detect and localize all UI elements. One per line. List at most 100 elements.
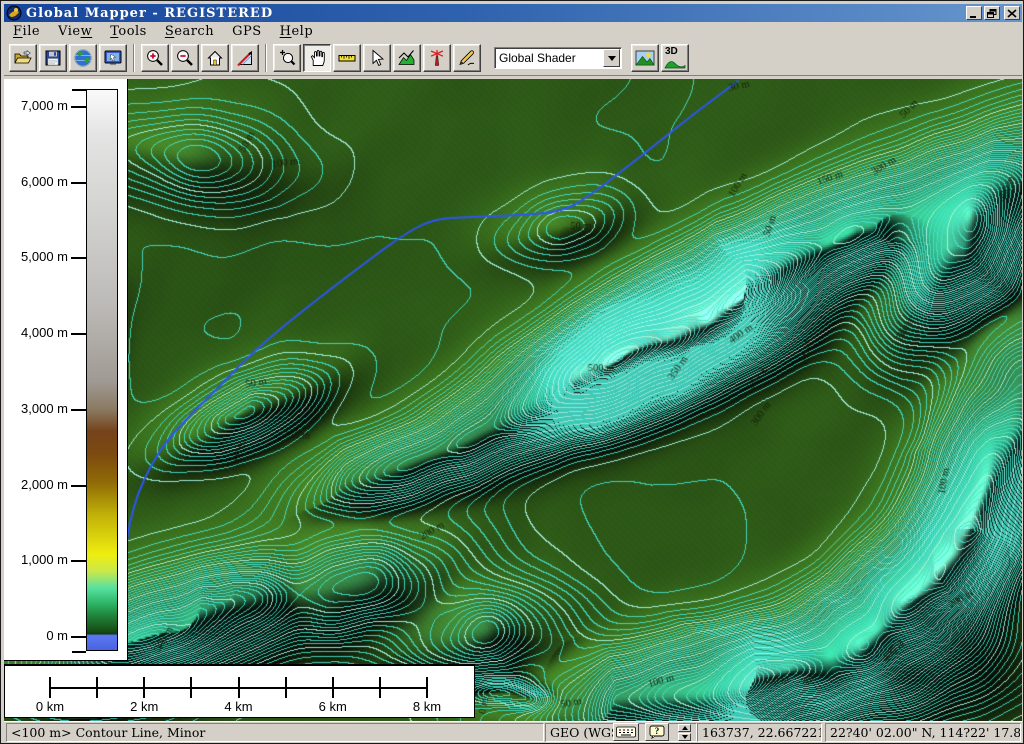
- help-icon: ?: [649, 725, 665, 739]
- view-shed-button[interactable]: [423, 44, 451, 72]
- view-3d-button[interactable]: 3D: [661, 44, 689, 72]
- restore-icon: [987, 9, 997, 18]
- legend-tick: [71, 636, 86, 638]
- scale-label: 8 km: [397, 699, 457, 714]
- toolbar-separator: [133, 44, 135, 72]
- close-button[interactable]: [1004, 6, 1020, 20]
- elevation-legend: 7,000 m6,000 m5,000 m4,000 m3,000 m2,000…: [4, 79, 128, 661]
- coords-value: 163737, 22.66722137 ): [702, 725, 822, 740]
- scale-tick: [49, 677, 51, 698]
- map-canvas[interactable]: [4, 79, 1022, 721]
- measure-tool-button[interactable]: [333, 44, 361, 72]
- legend-tick: [71, 182, 86, 184]
- status-bar: <100 m> Contour Line, Minor GEO (WGS8 ? …: [4, 721, 1022, 742]
- scale-bar: 0 km2 km4 km6 km8 km: [4, 664, 475, 718]
- restore-button[interactable]: [984, 6, 1000, 20]
- chevron-down-icon[interactable]: [603, 49, 620, 67]
- home-icon: [205, 48, 225, 68]
- open-file-button[interactable]: [9, 44, 37, 72]
- legend-label: 1,000 m: [4, 552, 68, 567]
- pan-tool-button[interactable]: [303, 44, 331, 72]
- arrow-cursor-icon: [367, 48, 387, 68]
- legend-label: 0 m: [4, 628, 68, 643]
- menu-search[interactable]: Search: [156, 23, 223, 40]
- zoom-tool-icon: [277, 48, 297, 68]
- minimize-icon: [969, 9, 979, 18]
- legend-tick: [71, 257, 86, 259]
- coords-panel: 163737, 22.66722137 ): [697, 723, 822, 742]
- save-workspace-button[interactable]: [39, 44, 67, 72]
- shader-dropdown[interactable]: Global Shader: [494, 47, 622, 69]
- full-view-button[interactable]: [201, 44, 229, 72]
- minimize-button[interactable]: [966, 6, 982, 20]
- elevation-gradient-bar: [86, 89, 118, 651]
- legend-tick: [71, 333, 86, 335]
- scale-tick: [379, 677, 381, 698]
- triangle-ruler-pencil-icon: [235, 48, 255, 68]
- pan-hand-icon: [307, 48, 327, 68]
- view-3d-label: 3D: [665, 46, 678, 57]
- status-message: <100 m> Contour Line, Minor: [11, 725, 205, 740]
- legend-tick: [72, 651, 86, 653]
- help-button[interactable]: ?: [645, 723, 669, 741]
- landscape-image-icon: [634, 48, 656, 68]
- digitizer-pointer-button[interactable]: [363, 44, 391, 72]
- map-view: [4, 79, 1022, 721]
- app-logo-icon: [6, 5, 22, 21]
- raster-view-button[interactable]: [631, 44, 659, 72]
- scale-label: 6 km: [303, 699, 363, 714]
- menu-view[interactable]: View: [49, 23, 101, 40]
- antenna-icon: [427, 48, 447, 68]
- scale-tick: [426, 677, 428, 698]
- menu-gps[interactable]: GPS: [223, 23, 271, 40]
- configure-view-button[interactable]: [231, 44, 259, 72]
- toolbar-separator: [265, 44, 267, 72]
- path-profile-icon: [397, 48, 417, 68]
- ruler-icon: [337, 48, 357, 68]
- menu-tools[interactable]: Tools: [101, 23, 156, 40]
- zoom-out-button[interactable]: [171, 44, 199, 72]
- coordinate-spinner[interactable]: [678, 724, 691, 741]
- menu-help[interactable]: Help: [271, 23, 323, 40]
- zoom-in-button[interactable]: [141, 44, 169, 72]
- scale-tick: [238, 677, 240, 698]
- legend-tick: [71, 409, 86, 411]
- spinner-up-icon[interactable]: [678, 724, 691, 732]
- download-online-data-button[interactable]: [69, 44, 97, 72]
- scale-tick: [143, 677, 145, 698]
- menu-file[interactable]: File: [4, 23, 49, 40]
- path-profile-button[interactable]: [393, 44, 421, 72]
- menu-bar: FileViewToolsSearchGPSHelp: [4, 22, 1022, 40]
- legend-label: 6,000 m: [4, 174, 68, 189]
- scale-tick: [190, 677, 192, 698]
- dms-panel: 22?40' 02.00" N, 114?22' 17.89" E: [825, 723, 1021, 742]
- title-bar: Global Mapper - REGISTERED: [4, 4, 1022, 22]
- legend-tick: [71, 106, 86, 108]
- overlay-control-icon: [103, 48, 123, 68]
- keyboard-entry-button[interactable]: [613, 723, 639, 741]
- pen-icon: [457, 48, 477, 68]
- pen-tool-button[interactable]: [453, 44, 481, 72]
- zoom-tool-button[interactable]: [273, 44, 301, 72]
- toolbar: Global Shader 3D: [4, 40, 1022, 76]
- legend-tick: [71, 560, 86, 562]
- shader-dropdown-value: Global Shader: [495, 51, 603, 65]
- scale-tick: [96, 677, 98, 698]
- open-folder-icon: [13, 48, 33, 68]
- legend-label: 3,000 m: [4, 401, 68, 416]
- scale-tick: [332, 677, 334, 698]
- scale-tick: [285, 677, 287, 698]
- svg-text:?: ?: [655, 726, 660, 736]
- globe-icon: [73, 48, 93, 68]
- overlay-control-center-button[interactable]: [99, 44, 127, 72]
- application-window: Global Mapper - REGISTERED FileViewTools…: [0, 0, 1024, 744]
- keyboard-icon: [616, 726, 636, 738]
- legend-label: 7,000 m: [4, 98, 68, 113]
- window-title: Global Mapper - REGISTERED: [26, 6, 273, 21]
- spinner-down-icon[interactable]: [678, 733, 691, 741]
- legend-tick: [71, 485, 86, 487]
- legend-tick: [72, 89, 86, 91]
- scale-label: 0 km: [20, 699, 80, 714]
- dms-value: 22?40' 02.00" N, 114?22' 17.89" E: [830, 725, 1021, 740]
- legend-label: 5,000 m: [4, 249, 68, 264]
